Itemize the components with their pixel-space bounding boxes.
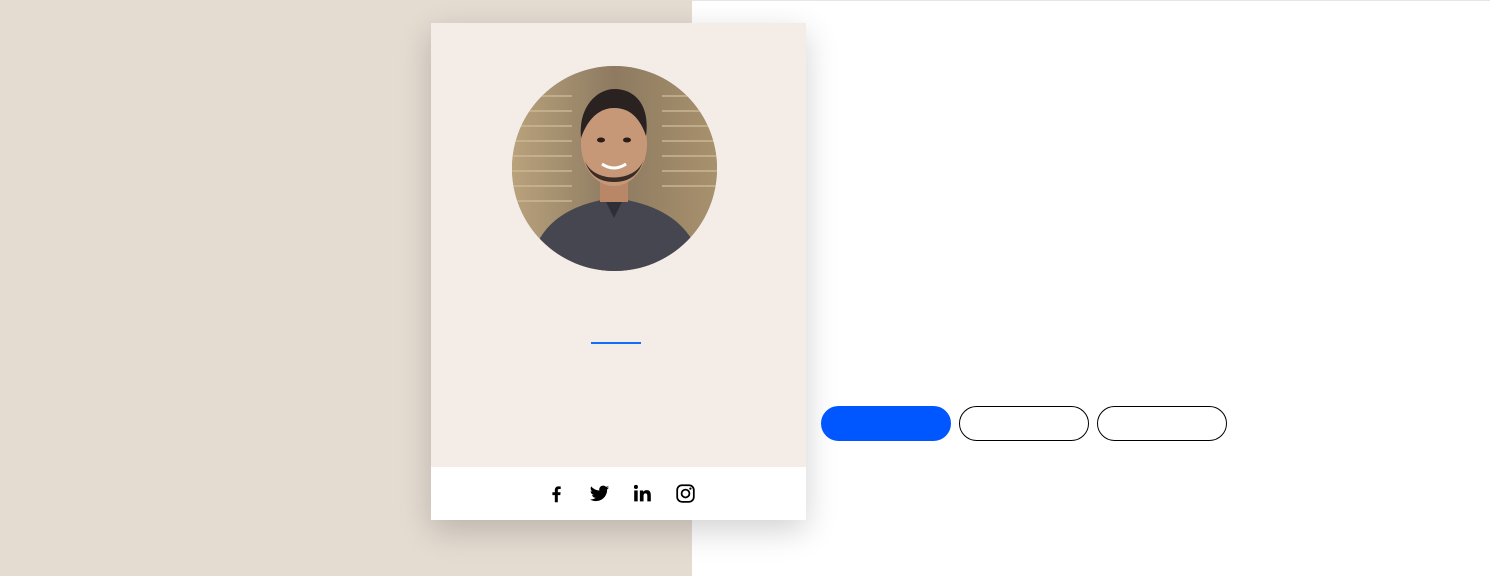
primary-action-button[interactable] xyxy=(821,406,951,441)
profile-photo-image xyxy=(512,66,717,271)
tertiary-action-button[interactable] xyxy=(1097,406,1227,441)
instagram-link[interactable] xyxy=(675,483,696,504)
top-divider xyxy=(692,0,1490,1)
page xyxy=(0,0,1490,576)
profile-photo[interactable] xyxy=(512,66,717,271)
facebook-link[interactable] xyxy=(546,483,567,504)
twitter-link[interactable] xyxy=(589,483,610,504)
linkedin-icon xyxy=(633,484,651,502)
secondary-action-button[interactable] xyxy=(959,406,1089,441)
social-bar xyxy=(431,467,806,520)
name-title-divider xyxy=(591,342,641,344)
action-buttons xyxy=(821,406,1227,441)
profile-card xyxy=(431,23,806,520)
facebook-icon xyxy=(551,486,561,503)
instagram-icon xyxy=(675,484,695,503)
linkedin-link[interactable] xyxy=(632,483,653,504)
twitter-icon xyxy=(589,485,609,502)
